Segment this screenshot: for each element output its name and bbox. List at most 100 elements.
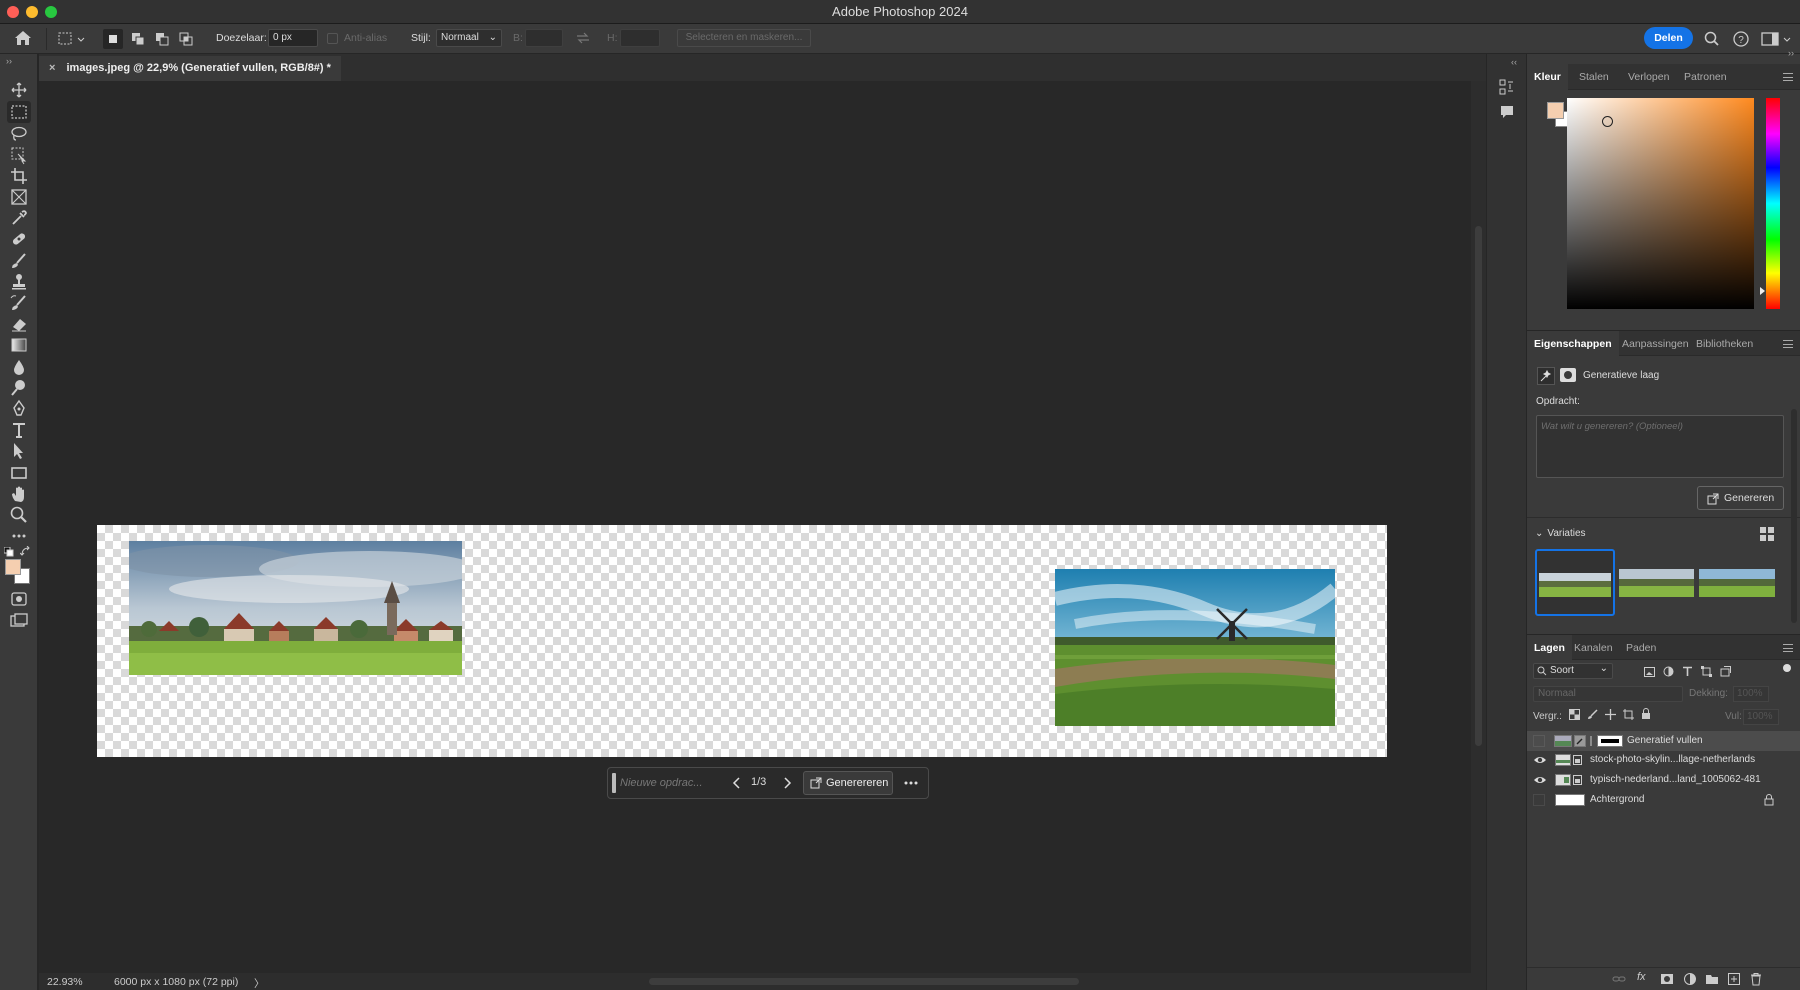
search-icon[interactable] [1703,30,1721,48]
variations-header[interactable]: ⌄ Variaties [1535,528,1586,539]
eraser-tool-icon[interactable] [7,313,31,335]
collapse-toolbar-icon[interactable]: ›› [6,57,20,66]
rectangular-marquee-tool-icon[interactable] [7,101,31,123]
color-panel-menu-icon[interactable] [1783,73,1793,81]
tab-kanalen[interactable]: Kanalen [1567,635,1620,661]
tab-patronen[interactable]: Patronen [1677,64,1734,90]
lock-transparency-icon[interactable] [1569,709,1580,720]
filter-pixel-icon[interactable] [1644,667,1655,677]
collapse-dock-icon[interactable]: ‹‹ [1511,57,1517,67]
crop-tool-icon[interactable] [7,165,31,187]
vertical-scroll-thumb[interactable] [1475,226,1482,746]
link-layers-icon[interactable] [1612,973,1626,985]
layer-style-fx-icon[interactable]: fx [1637,971,1651,985]
workspace-switcher-icon[interactable] [1761,30,1793,48]
more-options-icon[interactable] [899,774,923,792]
pen-tool-icon[interactable] [7,398,31,420]
link-icon[interactable] [1587,735,1595,747]
default-colors-icon[interactable] [4,547,14,557]
document-canvas[interactable] [97,525,1387,757]
filter-shape-icon[interactable] [1701,666,1712,677]
tab-kleur[interactable]: Kleur [1527,64,1568,90]
intersect-selection-icon[interactable] [176,29,196,49]
height-input[interactable] [620,29,660,47]
properties-scrollbar[interactable] [1791,409,1797,623]
tab-stalen[interactable]: Stalen [1572,64,1616,90]
variation-thumbnail-3[interactable] [1699,569,1775,597]
variation-thumbnail-2[interactable] [1619,569,1694,597]
subtract-from-selection-icon[interactable] [152,29,172,49]
tab-lagen[interactable]: Lagen [1527,635,1572,661]
help-icon[interactable]: ? [1732,30,1750,48]
chevron-left-icon[interactable] [730,774,744,792]
layer-visibility-toggle[interactable] [1533,794,1545,806]
minimize-window-button[interactable] [26,6,38,18]
home-icon[interactable] [14,30,36,48]
layer-row-generative-fill[interactable]: Generatief vullen [1527,731,1800,751]
layer-filter-select[interactable]: Soort ⌄ [1533,663,1613,679]
new-layer-icon[interactable] [1727,972,1741,986]
new-selection-icon[interactable] [103,29,123,49]
filter-type-icon[interactable] [1682,666,1693,677]
eye-icon[interactable] [1533,773,1547,787]
gradient-tool-icon[interactable] [7,334,31,356]
dodge-tool-icon[interactable] [7,377,31,399]
properties-panel-menu-icon[interactable] [1783,340,1793,348]
color-picker-cursor[interactable] [1602,116,1613,127]
layer-visibility-toggle[interactable] [1533,735,1545,747]
object-selection-tool-icon[interactable] [7,144,31,166]
history-icon[interactable] [1498,78,1516,96]
chevron-right-icon[interactable] [780,774,794,792]
lock-pixels-icon[interactable] [1587,709,1598,720]
quick-mask-icon[interactable] [7,588,31,610]
add-to-selection-icon[interactable] [128,29,148,49]
generate-button[interactable]: Generereren [803,771,893,795]
hue-slider-handle[interactable] [1760,287,1765,295]
filter-smart-object-icon[interactable] [1720,666,1731,677]
filter-adjustment-icon[interactable] [1663,666,1674,677]
fill-input[interactable]: 100% [1743,709,1779,725]
properties-prompt-input[interactable]: Wat wilt u genereren? (Optioneel) [1536,415,1784,478]
width-input[interactable] [525,29,563,47]
zoom-window-button[interactable] [45,6,57,18]
add-mask-icon[interactable] [1660,973,1674,985]
grid-view-icon[interactable] [1760,527,1774,541]
style-select[interactable]: Normaal ⌄ [436,29,502,47]
select-and-mask-button[interactable]: Selecteren en maskeren... [677,29,811,47]
panel-foreground-swatch[interactable] [1547,102,1564,119]
type-tool-icon[interactable] [7,419,31,441]
tab-eigenschappen[interactable]: Eigenschappen [1527,331,1619,357]
tab-verlopen[interactable]: Verlopen [1621,64,1676,90]
rectangle-tool-icon[interactable] [7,462,31,484]
history-brush-tool-icon[interactable] [7,292,31,314]
move-tool-icon[interactable] [7,79,31,101]
delete-layer-icon[interactable] [1749,972,1763,986]
foreground-color-swatch[interactable] [5,559,21,575]
eyedropper-tool-icon[interactable] [7,207,31,229]
more-tools-icon[interactable] [7,525,31,547]
antialias-checkbox[interactable] [327,33,338,44]
zoom-tool-icon[interactable] [7,504,31,526]
variation-thumbnail-1[interactable] [1535,549,1615,616]
lock-position-icon[interactable] [1605,709,1616,720]
prompt-input[interactable]: Nieuwe opdrac... [620,772,728,794]
blur-tool-icon[interactable] [7,356,31,378]
color-field[interactable] [1567,98,1754,309]
hue-slider[interactable] [1766,98,1780,309]
clone-stamp-tool-icon[interactable] [7,271,31,293]
vertical-scrollbar[interactable] [1471,81,1486,973]
new-group-icon[interactable] [1705,973,1719,985]
eye-icon[interactable] [1533,753,1547,767]
healing-brush-tool-icon[interactable] [7,228,31,250]
layer-row-achtergrond[interactable]: Achtergrond [1527,790,1800,810]
blend-mode-select[interactable]: Normaal [1533,686,1683,702]
tab-paden[interactable]: Paden [1619,635,1663,661]
swap-icon[interactable] [576,32,590,44]
screen-mode-icon[interactable] [7,610,31,632]
lasso-tool-icon[interactable] [7,123,31,145]
frame-tool-icon[interactable] [7,186,31,208]
status-expand-icon[interactable]: 〉 [254,976,265,990]
filter-toggle[interactable] [1783,664,1791,672]
collapse-panels-icon[interactable]: ›› [1788,48,1794,58]
path-selection-tool-icon[interactable] [7,440,31,462]
